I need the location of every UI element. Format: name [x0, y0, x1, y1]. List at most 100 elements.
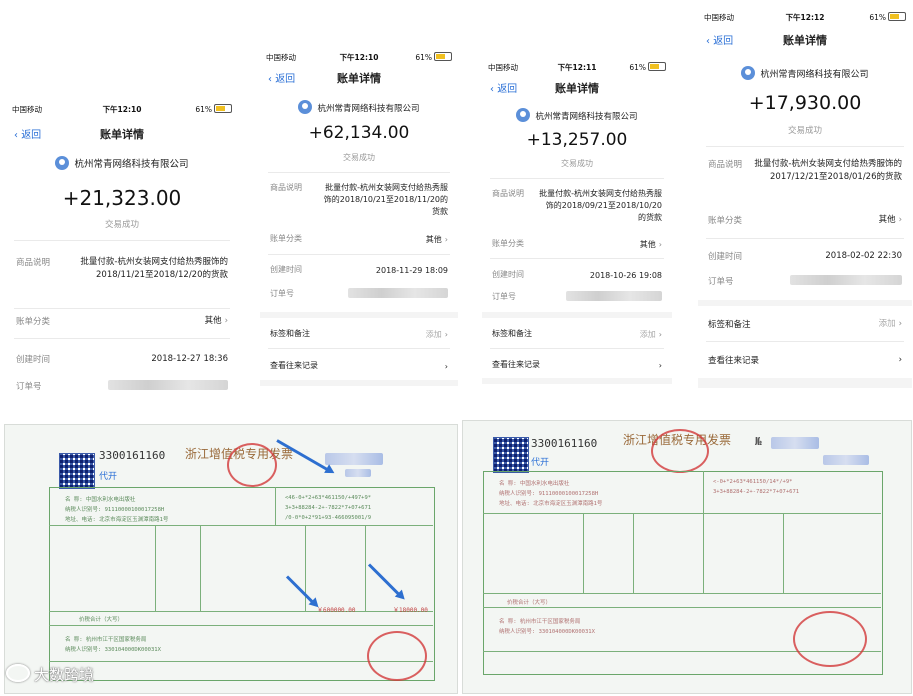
tags-label: 标签和备注 [708, 320, 751, 330]
stamp-seal [227, 443, 277, 487]
desc-label: 商品说明 [708, 160, 743, 170]
category-label: 账单分类 [708, 216, 743, 226]
category-row[interactable]: 账单分类 其他 › [270, 233, 448, 245]
status-bar: 中国移动 下午12:12 61% [698, 8, 912, 24]
bill-screen-4: 中国移动 下午12:12 61% ‹ 返回 账单详情 杭州常青网络科技有限公司 … [698, 8, 912, 388]
divider [14, 338, 230, 339]
chevron-right-icon: › [898, 319, 902, 329]
history-label: 查看往来记录 [708, 356, 760, 366]
history-row[interactable]: 查看往来记录 › [708, 354, 902, 367]
created-value: 2018-10-26 19:08 [589, 271, 662, 280]
created-value: 2018-02-02 22:30 [825, 251, 902, 261]
order-label: 订单号 [16, 382, 42, 392]
nav-bar: ‹ 返回 账单详情 [482, 80, 672, 100]
table-line [483, 593, 881, 594]
table-line [200, 525, 201, 611]
desc-value: 批量付款-杭州女装网支付给热秀服饰的2018/10/21至2018/11/20的… [323, 183, 448, 216]
amount: +17,930.00 [748, 92, 862, 114]
divider [706, 341, 904, 342]
category-label: 账单分类 [492, 239, 524, 248]
divider [14, 308, 230, 309]
divider [268, 172, 450, 173]
buyer-info-text: 名 称: 中国水利水电出版社 [499, 481, 570, 487]
watermark: 大数跨境 [6, 664, 94, 685]
chevron-right-icon: › [224, 316, 228, 326]
category-row[interactable]: 账单分类 其他 › [16, 315, 228, 329]
table-line [49, 611, 433, 612]
battery-icon [648, 62, 666, 71]
divider [490, 258, 664, 259]
desc-label: 商品说明 [270, 183, 302, 192]
created-label: 创建时间 [492, 270, 524, 279]
order-row: 订单号 [270, 288, 448, 300]
bill-screen-3: 中国移动 下午12:11 61% ‹ 返回 账单详情 杭州常青网络科技有限公司 … [482, 58, 672, 388]
status-text: 交易成功 [343, 153, 375, 162]
desc-value: 批量付款-杭州女装网支付给热秀服饰的2018/11/21至2018/12/20的… [80, 257, 228, 280]
invoice-number-redacted [325, 453, 383, 465]
seller-info-text: 纳税人识别号: 330104000DK00031X [65, 647, 161, 653]
table-line [583, 513, 584, 593]
chevron-right-icon: › [658, 361, 662, 370]
table-line [633, 513, 634, 593]
created-row: 创建时间 2018-11-29 18:09 [270, 264, 448, 276]
section-gap [482, 312, 672, 318]
tags-row[interactable]: 标签和备注 添加 › [270, 328, 448, 340]
status-text: 交易成功 [561, 159, 593, 168]
table-line [703, 513, 704, 593]
invoice-tag: 代开 [99, 472, 118, 482]
invoice-tag: 代开 [531, 458, 550, 468]
table-line [783, 513, 784, 593]
total-label: 价税合计（大写） [507, 600, 552, 606]
invoice-scan-2: 3300161160 代开 浙江增值税专用发票 № 名 称: 中国水利水电出版社… [462, 420, 912, 694]
divider [268, 348, 450, 349]
invoice-code: 3300161160 [99, 449, 166, 462]
status-text: 交易成功 [104, 220, 139, 230]
history-label: 查看往来记录 [492, 360, 540, 369]
battery-icon [888, 12, 906, 21]
desc-row: 商品说明 批量付款-杭州女装网支付给热秀服饰的2018/09/21至2018/1… [492, 188, 662, 230]
table-line [703, 471, 704, 513]
buyer-info-text: 纳税人识别号: 91110000100017258H [65, 507, 165, 513]
history-row[interactable]: 查看往来记录 › [270, 360, 448, 372]
qr-code-icon [493, 437, 529, 473]
cipher-text: <46-0+*2+63*461150/+497+9* [285, 495, 372, 501]
category-value: 其他 › [878, 215, 902, 225]
status-bar: 中国移动 下午12:10 61% [260, 48, 458, 64]
cipher-text: /0-0*0+2*91+93-466095001/9 [285, 515, 372, 521]
merchant-avatar-icon [741, 66, 756, 80]
order-row: 订单号 [16, 380, 228, 394]
created-row: 创建时间 2018-02-02 22:30 [708, 250, 902, 263]
chevron-right-icon: › [898, 355, 902, 365]
seller-info-text: 纳税人识别号: 330104000DK00031X [499, 629, 595, 635]
page-title: 账单详情 [100, 128, 144, 141]
date-redacted [345, 469, 371, 477]
chevron-right-icon: › [444, 362, 448, 371]
merchant-name: 杭州常青网络科技有限公司 [260, 100, 458, 114]
tags-add: 添加 › [425, 330, 448, 339]
chevron-right-icon: › [444, 235, 448, 244]
tags-label: 标签和备注 [270, 329, 310, 338]
history-row[interactable]: 查看往来记录 › [492, 359, 662, 371]
created-row: 创建时间 2018-12-27 18:36 [16, 353, 228, 367]
category-row[interactable]: 账单分类 其他 › [708, 214, 902, 227]
category-row[interactable]: 账单分类 其他 › [492, 238, 662, 250]
merchant-name: 杭州常青网络科技有限公司 [698, 66, 912, 80]
stamp-seal [651, 429, 709, 473]
date-redacted [823, 455, 869, 465]
stamp-seal [367, 631, 427, 681]
stamp-seal [793, 611, 867, 667]
tags-row[interactable]: 标签和备注 添加 › [708, 318, 902, 331]
bill-screen-1: 中国移动 下午12:10 61% ‹ 返回 账单详情 杭州常青网络科技有限公司 … [6, 100, 238, 398]
category-value: 其他 › [204, 316, 228, 326]
section-gap [698, 378, 912, 388]
nav-bar: ‹ 返回 账单详情 [260, 70, 458, 90]
order-number-redacted [348, 288, 448, 298]
created-label: 创建时间 [16, 355, 51, 365]
total-label: 价税合计（大写） [79, 617, 124, 623]
nav-bar: ‹ 返回 账单详情 [698, 32, 912, 52]
buyer-info-text: 地址、电话: 北京市海淀区玉渊潭南路1号 [499, 501, 603, 507]
section-gap [482, 378, 672, 384]
chevron-right-icon: › [658, 240, 662, 249]
merchant-name: 杭州常青网络科技有限公司 [6, 156, 238, 170]
tags-row[interactable]: 标签和备注 添加 › [492, 328, 662, 340]
